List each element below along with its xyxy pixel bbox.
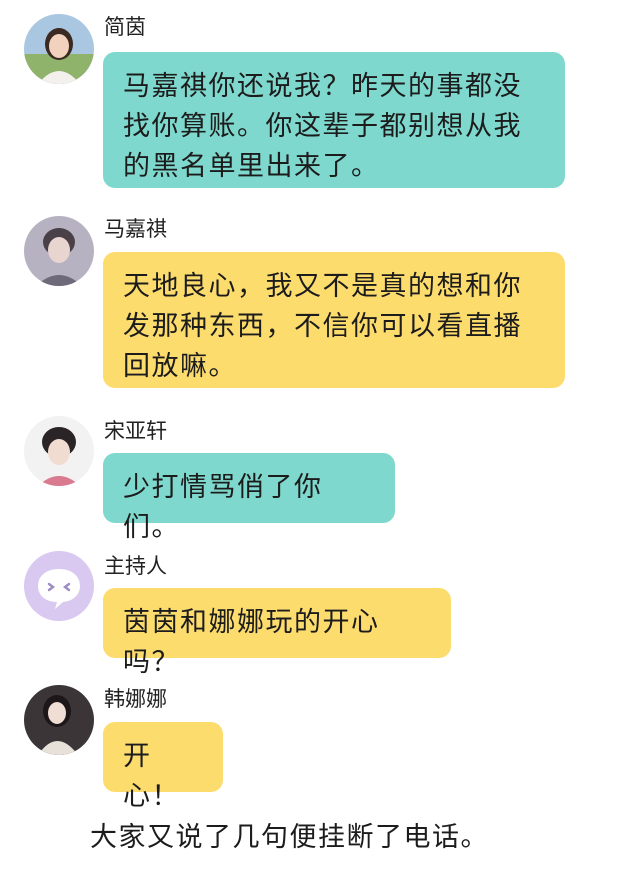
message-bubble: 少打情骂俏了你们。 — [103, 453, 395, 543]
avatar[interactable] — [24, 14, 94, 84]
boy-photo-avatar-icon — [24, 416, 94, 486]
narration-text: 大家又说了几句便挂断了电话。 — [90, 822, 489, 853]
girl-photo-avatar-icon — [24, 14, 94, 84]
chat-bubble-icon — [24, 551, 94, 621]
message-bubble: 茵茵和娜娜玩的开心吗？ — [103, 588, 451, 678]
girl-photo-avatar-icon — [24, 685, 94, 755]
avatar[interactable] — [24, 216, 94, 286]
sender-name: 主持人 — [104, 554, 167, 578]
message-bubble: 马嘉祺你还说我？昨天的事都没找你算账。你这辈子都别想从我的黑名单里出来了。 — [103, 52, 565, 188]
avatar[interactable] — [24, 685, 94, 755]
message-bubble: 天地良心，我又不是真的想和你发那种东西，不信你可以看直播回放嘛。 — [103, 252, 565, 388]
sender-name: 韩娜娜 — [104, 687, 167, 711]
sender-name: 简茵 — [104, 15, 146, 39]
boy-photo-avatar-icon — [24, 216, 94, 286]
avatar[interactable] — [24, 416, 94, 486]
sender-name: 宋亚轩 — [104, 419, 167, 443]
message-bubble: 开心！ — [103, 722, 223, 812]
avatar[interactable] — [24, 551, 94, 621]
sender-name: 马嘉祺 — [104, 217, 167, 241]
